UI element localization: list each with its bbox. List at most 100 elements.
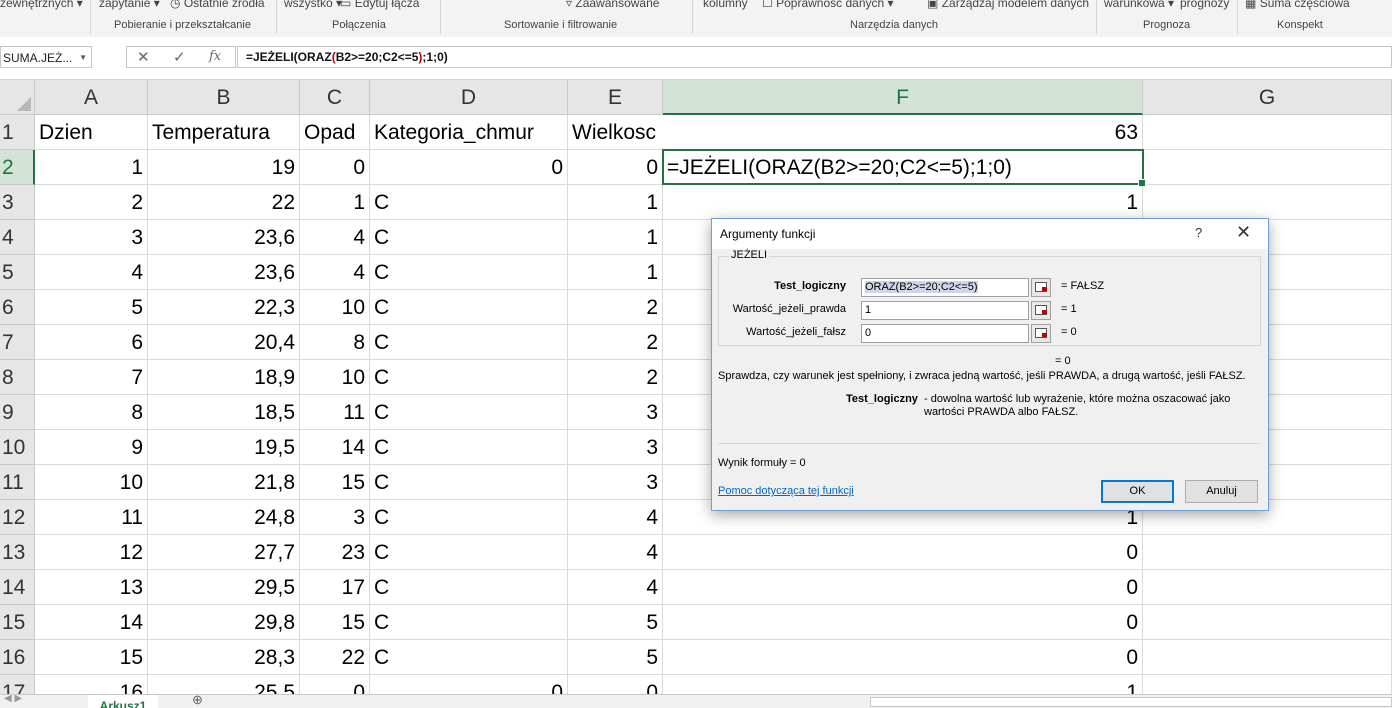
cell-d8[interactable]: C: [370, 360, 568, 395]
collapse-dialog-icon[interactable]: [1031, 278, 1051, 297]
column-header-a[interactable]: A: [35, 80, 148, 115]
cell-g1[interactable]: [1143, 115, 1392, 150]
cell-b4[interactable]: 23,6: [148, 220, 300, 255]
add-sheet-icon[interactable]: ⊕: [192, 695, 203, 708]
ok-button[interactable]: OK: [1101, 480, 1174, 503]
cell-a6[interactable]: 5: [35, 290, 148, 325]
cell-c14[interactable]: 17: [300, 570, 370, 605]
cell-e15[interactable]: 5: [568, 605, 663, 640]
cell-f1[interactable]: 63: [663, 115, 1143, 150]
cell-f3[interactable]: 1: [663, 185, 1143, 220]
sheet-tab-active[interactable]: Arkusz1: [88, 695, 158, 708]
cell-c11[interactable]: 15: [300, 465, 370, 500]
formula-input[interactable]: =JEŻELI(ORAZ(B2>=20;C2<=5);1;0): [237, 46, 1392, 68]
cell-g16[interactable]: [1143, 640, 1392, 675]
cell-a10[interactable]: 9: [35, 430, 148, 465]
tab-scroll-arrows-icon[interactable]: ◀ ▶: [4, 695, 22, 704]
cell-c13[interactable]: 23: [300, 535, 370, 570]
cell-c15[interactable]: 15: [300, 605, 370, 640]
cell-b8[interactable]: 18,9: [148, 360, 300, 395]
cell-d10[interactable]: C: [370, 430, 568, 465]
cell-e1[interactable]: Wielkosc: [568, 115, 663, 150]
row-header-8[interactable]: 8: [0, 360, 35, 395]
cell-e2[interactable]: 0: [568, 150, 663, 185]
ribbon-external-data-button[interactable]: zewnętrznych ▾: [0, 0, 83, 10]
cell-e13[interactable]: 4: [568, 535, 663, 570]
cell-e10[interactable]: 3: [568, 430, 663, 465]
cell-f13[interactable]: 0: [663, 535, 1143, 570]
cell-d7[interactable]: C: [370, 325, 568, 360]
cell-b17[interactable]: 25,5: [148, 675, 300, 694]
cell-d13[interactable]: C: [370, 535, 568, 570]
cell-c16[interactable]: 22: [300, 640, 370, 675]
cell-c6[interactable]: 10: [300, 290, 370, 325]
cell-e17[interactable]: 0: [568, 675, 663, 694]
cell-g13[interactable]: [1143, 535, 1392, 570]
close-icon[interactable]: ✕: [1236, 222, 1251, 243]
cell-a16[interactable]: 15: [35, 640, 148, 675]
cell-c1[interactable]: Opad: [300, 115, 370, 150]
cancel-button[interactable]: Anuluj: [1185, 480, 1258, 503]
cell-e8[interactable]: 2: [568, 360, 663, 395]
ribbon-recent-sources-button[interactable]: ◷ Ostatnie źródła: [170, 0, 265, 10]
cell-b6[interactable]: 22,3: [148, 290, 300, 325]
cell-b3[interactable]: 22: [148, 185, 300, 220]
cell-f16[interactable]: 0: [663, 640, 1143, 675]
cell-g14[interactable]: [1143, 570, 1392, 605]
ribbon-refresh-all-button[interactable]: wszystko ▾: [284, 0, 342, 10]
cell-d14[interactable]: C: [370, 570, 568, 605]
row-header-16[interactable]: 16: [0, 640, 35, 675]
arg-input-true[interactable]: 1: [861, 301, 1029, 320]
cell-f14[interactable]: 0: [663, 570, 1143, 605]
cell-b13[interactable]: 27,7: [148, 535, 300, 570]
cell-d1[interactable]: Kategoria_chmur: [370, 115, 568, 150]
collapse-dialog-icon[interactable]: [1031, 301, 1051, 320]
cell-b1[interactable]: Temperatura: [148, 115, 300, 150]
cell-b16[interactable]: 28,3: [148, 640, 300, 675]
cell-a9[interactable]: 8: [35, 395, 148, 430]
cell-e9[interactable]: 3: [568, 395, 663, 430]
cell-d4[interactable]: C: [370, 220, 568, 255]
cell-e7[interactable]: 2: [568, 325, 663, 360]
help-icon[interactable]: ?: [1195, 225, 1202, 240]
row-header-9[interactable]: 9: [0, 395, 35, 430]
cell-d9[interactable]: C: [370, 395, 568, 430]
cell-b10[interactable]: 19,5: [148, 430, 300, 465]
cell-c4[interactable]: 4: [300, 220, 370, 255]
row-header-14[interactable]: 14: [0, 570, 35, 605]
row-header-10[interactable]: 10: [0, 430, 35, 465]
cell-d15[interactable]: C: [370, 605, 568, 640]
ribbon-edit-links-button[interactable]: ▭ Edytuj łącza: [340, 0, 419, 10]
cell-e12[interactable]: 4: [568, 500, 663, 535]
row-header-15[interactable]: 15: [0, 605, 35, 640]
confirm-entry-icon[interactable]: ✓: [173, 48, 186, 66]
function-help-link[interactable]: Pomoc dotycząca tej funkcji: [718, 485, 854, 497]
cell-e5[interactable]: 1: [568, 255, 663, 290]
row-header-7[interactable]: 7: [0, 325, 35, 360]
row-header-17[interactable]: 17: [0, 675, 35, 694]
column-header-f[interactable]: F: [663, 80, 1143, 115]
cell-d6[interactable]: C: [370, 290, 568, 325]
column-header-c[interactable]: C: [300, 80, 370, 115]
insert-function-icon[interactable]: fx: [209, 49, 221, 64]
ribbon-what-if-button[interactable]: warunkowa ▾: [1104, 0, 1174, 10]
cell-a11[interactable]: 10: [35, 465, 148, 500]
cell-a14[interactable]: 13: [35, 570, 148, 605]
cell-f15[interactable]: 0: [663, 605, 1143, 640]
ribbon-text-to-columns-button[interactable]: kolumny: [703, 0, 748, 10]
cell-d3[interactable]: C: [370, 185, 568, 220]
cell-e3[interactable]: 1: [568, 185, 663, 220]
cell-c9[interactable]: 11: [300, 395, 370, 430]
ribbon-manage-data-model-button[interactable]: ▣ Zarządzaj modelem danych: [927, 0, 1089, 10]
cell-f2-editing[interactable]: =JEŻELI(ORAZ(B2>=20;C2<=5);1;0): [663, 150, 1143, 185]
column-header-g[interactable]: G: [1143, 80, 1392, 115]
cell-b7[interactable]: 20,4: [148, 325, 300, 360]
cell-g17[interactable]: [1143, 675, 1392, 694]
cell-d2[interactable]: 0: [370, 150, 568, 185]
cell-g3[interactable]: [1143, 185, 1392, 220]
cell-c12[interactable]: 3: [300, 500, 370, 535]
select-all-corner[interactable]: [0, 80, 35, 115]
cell-a5[interactable]: 4: [35, 255, 148, 290]
row-header-4[interactable]: 4: [0, 220, 35, 255]
cell-a1[interactable]: Dzien: [35, 115, 148, 150]
